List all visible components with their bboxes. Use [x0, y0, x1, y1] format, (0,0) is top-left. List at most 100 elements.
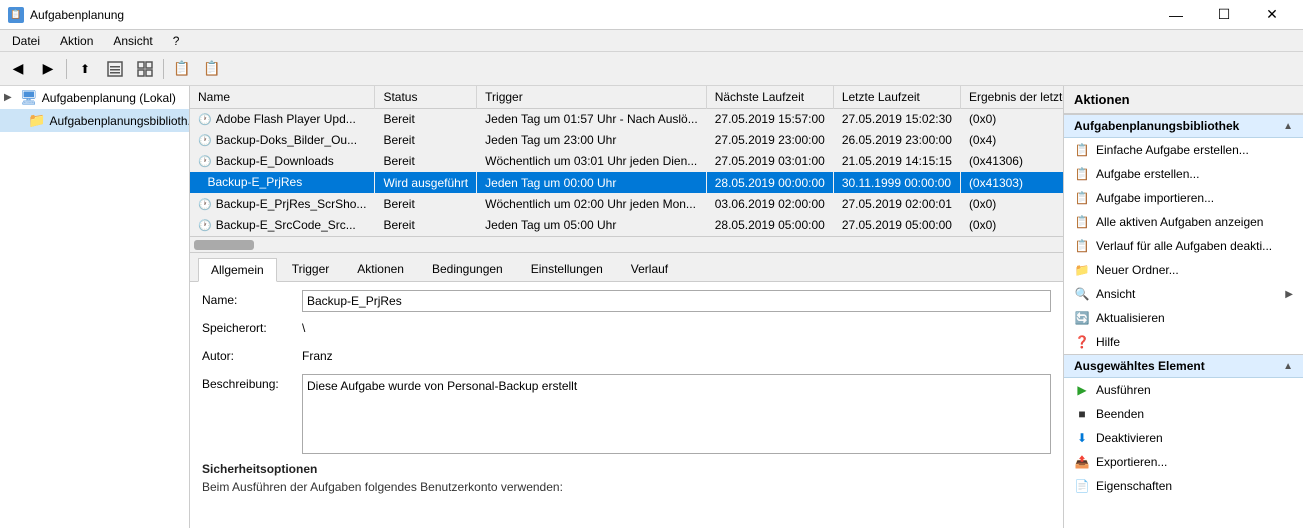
input-name[interactable] [302, 290, 1051, 312]
minimize-button[interactable]: — [1153, 0, 1199, 30]
action-deaktivieren[interactable]: ⬇ Deaktivieren [1064, 426, 1303, 450]
menu-help[interactable]: ? [165, 32, 188, 50]
toolbar-separator-1 [66, 59, 67, 79]
section-collapse-ausgewaehlt[interactable]: ▲ [1283, 361, 1293, 372]
table-row[interactable]: ⏺Backup-E_PrjRes Wird ausgeführt Jeden T… [190, 172, 1063, 194]
toolbar-btn5[interactable]: 📋 [198, 55, 226, 83]
cell-naechste: 27.05.2019 23:00:00 [706, 130, 833, 151]
tab-bedingungen[interactable]: Bedingungen [419, 257, 516, 281]
label-beschreibung: Beschreibung: [202, 374, 302, 391]
sidebar: ▶ 🖥 Aufgabenplanung (Lokal) 📁 Aufgabenpl… [0, 86, 190, 528]
menu-aktion[interactable]: Aktion [52, 32, 101, 50]
cell-trigger: Jeden Tag um 23:00 Uhr [477, 130, 707, 151]
cell-trigger: Jeden Tag um 01:57 Uhr - Nach Auslö... [477, 109, 707, 130]
tab-allgemein[interactable]: Allgemein [198, 258, 277, 282]
toolbar-btn1[interactable]: ⬆ [71, 55, 99, 83]
action-aufgabe-importieren[interactable]: 📋 Aufgabe importieren... [1064, 186, 1303, 210]
col-ergebnis[interactable]: Ergebnis der letzten ▲ [960, 86, 1063, 109]
cell-name: 🕐Backup-E_PrjRes_ScrSho... [190, 194, 375, 215]
cell-ergebnis: (0x4) [960, 130, 1063, 151]
cell-trigger: Wöchentlich um 03:01 Uhr jeden Dien... [477, 151, 707, 172]
section-collapse-bibliothek[interactable]: ▲ [1283, 121, 1293, 132]
action-label-verlauf: Verlauf für alle Aufgaben deakti... [1096, 239, 1272, 253]
table-row[interactable]: 🕐Adobe Flash Player Upd... Bereit Jeden … [190, 109, 1063, 130]
title-bar-controls: — ☐ ✕ [1153, 0, 1295, 30]
toolbar-btn4[interactable]: 📋 [168, 55, 196, 83]
col-trigger[interactable]: Trigger [477, 86, 707, 109]
cell-trigger: Jeden Tag um 05:00 Uhr [477, 215, 707, 236]
close-button[interactable]: ✕ [1249, 0, 1295, 30]
action-label-aktive: Alle aktiven Aufgaben anzeigen [1096, 215, 1263, 229]
cell-name: ⏺Backup-E_PrjRes [190, 172, 375, 194]
table-row[interactable]: 🕐Backup-E_PrjRes_ScrSho... Bereit Wöchen… [190, 194, 1063, 215]
action-label-ausfuehren: Ausführen [1096, 383, 1151, 397]
toolbar-btn2[interactable] [101, 55, 129, 83]
task-table-body: 🕐Adobe Flash Player Upd... Bereit Jeden … [190, 109, 1063, 236]
col-letzte[interactable]: Letzte Laufzeit [833, 86, 960, 109]
action-aktualisieren[interactable]: 🔄 Aktualisieren [1064, 306, 1303, 330]
ready-icon: 🕐 [198, 156, 212, 168]
cell-name: 🕐Adobe Flash Player Upd... [190, 109, 375, 130]
col-naechste[interactable]: Nächste Laufzeit [706, 86, 833, 109]
col-status[interactable]: Status [375, 86, 477, 109]
value-speicherort: \ [302, 318, 1051, 335]
cell-ergebnis: (0x0) [960, 215, 1063, 236]
action-icon-erstellen: 📋 [1074, 166, 1090, 182]
toolbar-btn3[interactable] [131, 55, 159, 83]
cell-letzte: 21.05.2019 14:15:15 [833, 151, 960, 172]
table-row[interactable]: 🕐Backup-Doks_Bilder_Ou... Bereit Jeden T… [190, 130, 1063, 151]
tab-verlauf[interactable]: Verlauf [618, 257, 681, 281]
tab-content-allgemein: Name: Speicherort: \ Autor: Franz Beschr… [190, 282, 1063, 528]
tab-einstellungen[interactable]: Einstellungen [518, 257, 616, 281]
menu-bar: Datei Aktion Ansicht ? [0, 30, 1303, 52]
form-row-speicherort: Speicherort: \ [202, 318, 1051, 340]
action-ansicht[interactable]: 🔍 Ansicht ▶ [1064, 282, 1303, 306]
action-verlauf-deaktivieren[interactable]: 📋 Verlauf für alle Aufgaben deakti... [1064, 234, 1303, 258]
toolbar-separator-2 [163, 59, 164, 79]
action-label-erstellen: Aufgabe erstellen... [1096, 167, 1199, 181]
action-hilfe[interactable]: ❓ Hilfe [1064, 330, 1303, 354]
refresh-icon: 🔄 [1074, 310, 1090, 326]
table-row[interactable]: 🕐Backup-E_SrcCode_Src... Bereit Jeden Ta… [190, 215, 1063, 236]
tab-aktionen[interactable]: Aktionen [344, 257, 417, 281]
action-einfache-aufgabe[interactable]: 📋 Einfache Aufgabe erstellen... [1064, 138, 1303, 162]
ready-icon: 🕐 [198, 220, 212, 232]
toolbar-forward[interactable]: ▶ [34, 55, 62, 83]
down-arrow-icon: ⬇ [1074, 430, 1090, 446]
cell-name: 🕐Backup-E_SrcCode_Src... [190, 215, 375, 236]
action-label-hilfe: Hilfe [1096, 335, 1120, 349]
action-neuer-ordner[interactable]: 📁 Neuer Ordner... [1064, 258, 1303, 282]
stop-icon: ■ [1074, 406, 1090, 422]
action-eigenschaften[interactable]: 📄 Eigenschaften [1064, 474, 1303, 498]
toolbar-back[interactable]: ◀ [4, 55, 32, 83]
action-aktive-aufgaben[interactable]: 📋 Alle aktiven Aufgaben anzeigen [1064, 210, 1303, 234]
tab-trigger[interactable]: Trigger [279, 257, 343, 281]
action-icon-einfache: 📋 [1074, 142, 1090, 158]
sicherheits-header: Sicherheitsoptionen [202, 462, 1051, 476]
cell-naechste: 28.05.2019 00:00:00 [706, 172, 833, 194]
title-bar-left: 📋 Aufgabenplanung [8, 7, 124, 23]
main-container: ▶ 🖥 Aufgabenplanung (Lokal) 📁 Aufgabenpl… [0, 86, 1303, 528]
details-tabs: Allgemein Trigger Aktionen Bedingungen E… [190, 253, 1063, 282]
action-beenden[interactable]: ■ Beenden [1064, 402, 1303, 426]
menu-datei[interactable]: Datei [4, 32, 48, 50]
sidebar-item-library[interactable]: 📁 Aufgabenplanungsbiblioth... [0, 109, 189, 132]
col-name[interactable]: Name [190, 86, 375, 109]
sidebar-label-library: Aufgabenplanungsbiblioth... [49, 114, 190, 128]
action-ausfuehren[interactable]: ▶ Ausführen [1064, 378, 1303, 402]
cell-naechste: 28.05.2019 05:00:00 [706, 215, 833, 236]
action-exportieren[interactable]: 📤 Exportieren... [1064, 450, 1303, 474]
cell-name: 🕐Backup-E_Downloads [190, 151, 375, 172]
action-aufgabe-erstellen[interactable]: 📋 Aufgabe erstellen... [1064, 162, 1303, 186]
computer-icon: 🖥 [20, 89, 38, 106]
horizontal-scrollbar[interactable] [190, 236, 1063, 252]
maximize-button[interactable]: ☐ [1201, 0, 1247, 30]
sidebar-item-local[interactable]: ▶ 🖥 Aufgabenplanung (Lokal) [0, 86, 189, 109]
menu-ansicht[interactable]: Ansicht [105, 32, 160, 50]
cell-trigger: Wöchentlich um 02:00 Uhr jeden Mon... [477, 194, 707, 215]
textarea-beschreibung[interactable]: Diese Aufgabe wurde von Personal-Backup … [302, 374, 1051, 454]
table-row[interactable]: 🕐Backup-E_Downloads Bereit Wöchentlich u… [190, 151, 1063, 172]
cell-naechste: 27.05.2019 03:01:00 [706, 151, 833, 172]
content-right: Name Status Trigger Nächste Laufzeit Let… [190, 86, 1303, 528]
actions-header: Aktionen [1064, 86, 1303, 114]
